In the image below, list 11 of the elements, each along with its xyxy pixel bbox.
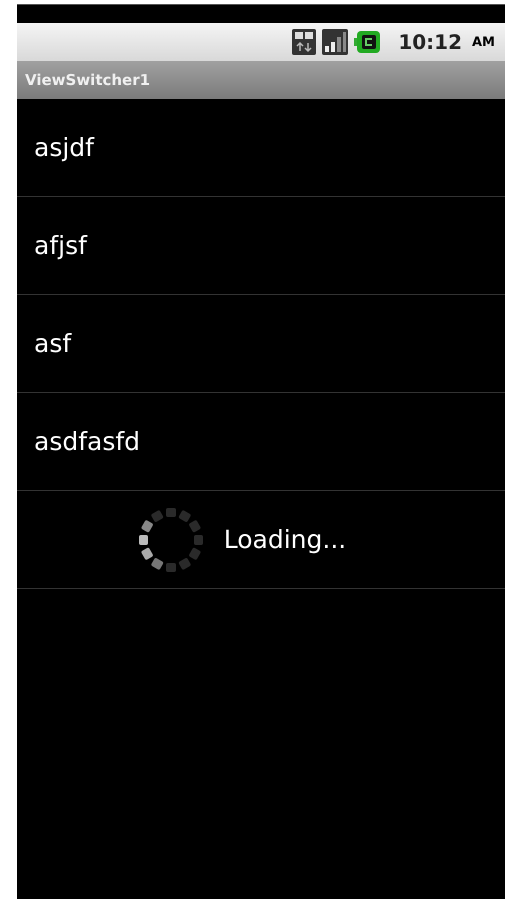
window-title: ViewSwitcher1 <box>25 71 150 89</box>
list-item[interactable]: asf <box>17 295 505 393</box>
network-3g-icon <box>292 29 316 55</box>
list-item[interactable]: asdfasfd <box>17 393 505 491</box>
loading-label: Loading... <box>224 525 346 554</box>
clock-am-pm: AM <box>472 34 495 50</box>
list-item[interactable]: asjdf <box>17 99 505 197</box>
signal-icon <box>322 29 348 55</box>
battery-icon <box>354 31 380 53</box>
list-item[interactable]: afjsf <box>17 197 505 295</box>
clock-time: 10:12 <box>398 30 462 54</box>
